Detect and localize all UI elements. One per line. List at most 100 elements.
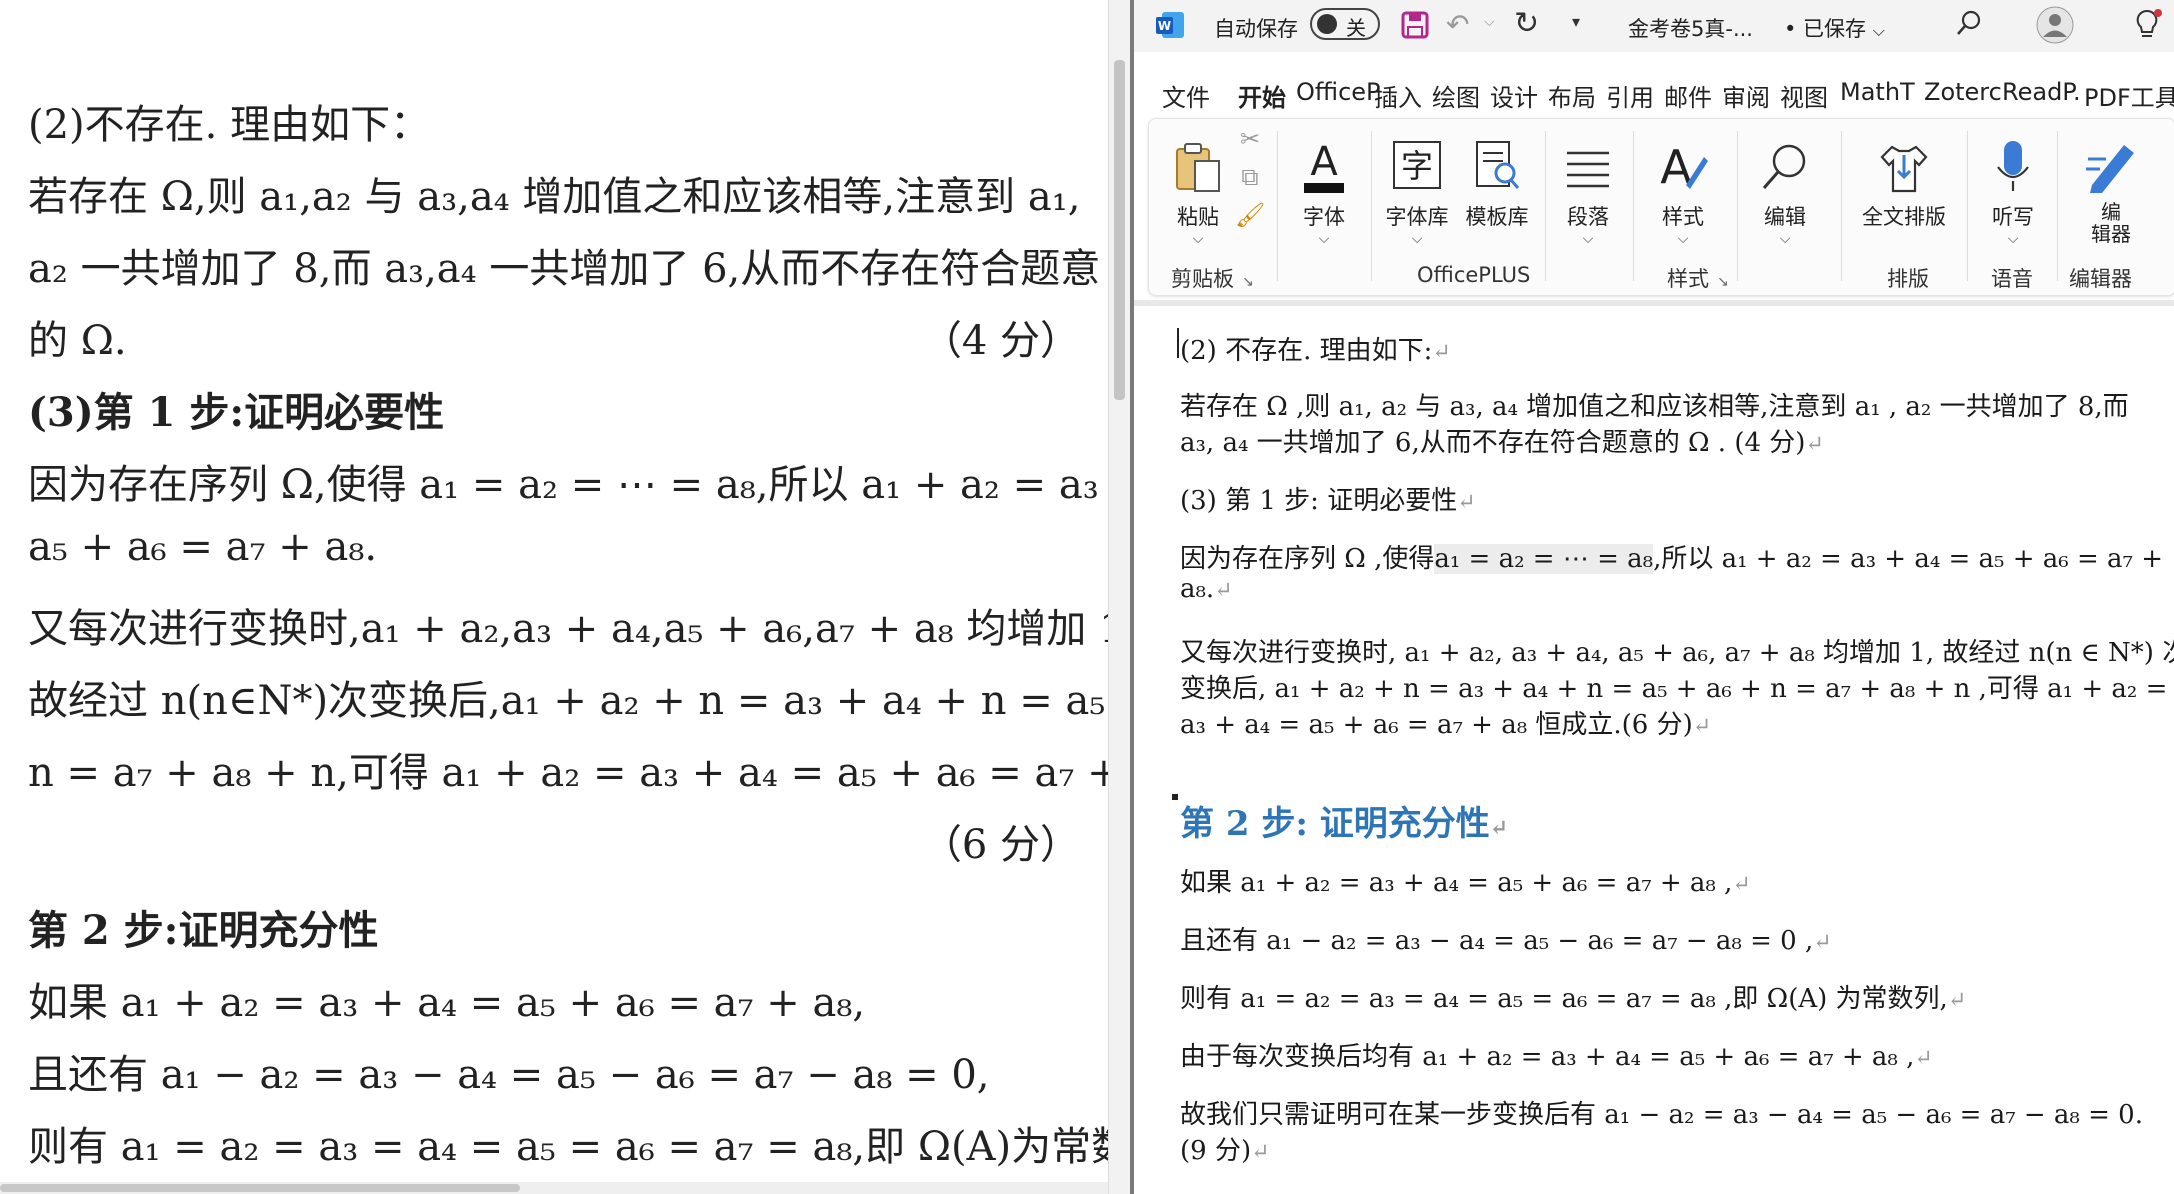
tab-home[interactable]: 开始 xyxy=(1238,78,1286,121)
autosave-toggle[interactable]: 关 xyxy=(1310,8,1380,40)
tab-design[interactable]: 设计 xyxy=(1490,78,1538,113)
tab-view[interactable]: 视图 xyxy=(1780,78,1828,113)
doc-heading-text: 第 2 步: 证明充分性 xyxy=(1180,804,1490,844)
tab-mailings[interactable]: 邮件 xyxy=(1664,78,1712,113)
group-separator xyxy=(1967,131,1968,281)
tab-readpaper[interactable]: ReadP. xyxy=(2002,78,2081,106)
doc-line-11-text: 且还有 a₁ − a₂ = a₃ − a₄ = a₅ − a₆ = a₇ − a… xyxy=(1180,926,1814,956)
doc-line-4-text: (3) 第 1 步: 证明必要性 xyxy=(1180,486,1458,516)
full-layout-button[interactable]: 全文排版 xyxy=(1849,119,1959,231)
left-line-3: a₂ 一共增加了 8,而 a₃,a₄ 一共增加了 6,从而不存在符合题意 xyxy=(28,246,1101,292)
svg-text:A: A xyxy=(1310,139,1338,185)
autosave-state: 关 xyxy=(1346,16,1366,40)
doc-line-12: 则有 a₁ = a₂ = a₃ = a₄ = a₅ = a₆ = a₇ = a₈… xyxy=(1180,978,1966,1015)
tab-officeplus[interactable]: OfficeP xyxy=(1296,78,1381,106)
paragraph-mark: ↵ xyxy=(1914,1046,1933,1071)
paragraph-mark: ↵ xyxy=(1432,340,1451,365)
horizontal-scrollbar[interactable] xyxy=(0,1182,1108,1194)
undo-dropdown-icon[interactable]: ⌵ xyxy=(1484,14,1495,30)
doc-line-10-text: 如果 a₁ + a₂ = a₃ + a₄ = a₅ + a₆ = a₇ + a₈… xyxy=(1180,868,1733,898)
doc-line-7: 又每次进行变换时, a₁ + a₂, a₃ + a₄, a₅ + a₆, a₇ … xyxy=(1180,638,2174,668)
paragraph-mark: ↵ xyxy=(1214,578,1233,603)
paste-label: 粘贴 xyxy=(1177,205,1219,229)
left-line-4-text: 的 Ω. xyxy=(28,318,127,364)
text-cursor xyxy=(1177,328,1179,358)
chevron-down-icon: ⌵ xyxy=(1779,231,1791,247)
doc-heading: 第 2 步: 证明充分性↵ xyxy=(1180,796,1508,845)
dialog-launcher-icon[interactable]: ↘ xyxy=(1242,274,1254,290)
horizontal-scroll-thumb[interactable] xyxy=(0,1184,520,1192)
copy-icon[interactable]: ⧉ xyxy=(1235,163,1265,191)
paragraph-mark: ↵ xyxy=(1732,872,1751,897)
group-separator xyxy=(1371,131,1372,281)
left-line-4: 的 Ω. （4 分） xyxy=(28,308,1080,366)
title-bar: W 自动保存 关 ↶ ⌵ ↻ ▾ 金考卷5真-... • 已保存 ⌵ xyxy=(1134,0,2174,52)
undo-icon[interactable]: ↶ xyxy=(1446,8,1469,41)
doc-line-5a: 因为存在序列 Ω ,使得 xyxy=(1180,544,1435,574)
doc-line-6: a₈.↵ xyxy=(1180,574,1233,604)
voice-group-label: 语音 xyxy=(1991,267,2033,291)
customize-toolbar-icon[interactable]: ▾ xyxy=(1572,12,1580,31)
doc-line-3: a₃, a₄ 一共增加了 6,从而不存在符合题意的 Ω . (4 分)↵ xyxy=(1180,422,1824,459)
search-icon[interactable] xyxy=(1954,8,1984,38)
paragraph-button[interactable]: 段落 ⌵ xyxy=(1553,119,1623,247)
editing-button[interactable]: 编辑 ⌵ xyxy=(1745,119,1825,247)
font-label: 字体 xyxy=(1303,205,1345,229)
tab-file[interactable]: 文件 xyxy=(1162,78,1210,113)
tab-draw[interactable]: 绘图 xyxy=(1432,78,1480,113)
dialog-launcher-icon[interactable]: ↘ xyxy=(1717,274,1729,290)
tab-pdf[interactable]: PDF工具 xyxy=(2084,78,2174,113)
left-line-9: 故经过 n(n∈N*)次变换后,a₁ + a₂ + n = a₃ + a₄ + … xyxy=(28,678,1108,724)
paragraph-mark: ↵ xyxy=(1813,930,1832,955)
cut-icon[interactable]: ✂ xyxy=(1235,125,1265,153)
chevron-down-icon: ⌵ xyxy=(1872,21,1885,40)
font-button[interactable]: A 字体 ⌵ xyxy=(1283,119,1365,247)
styles-button[interactable]: A 样式 ⌵ xyxy=(1641,119,1725,247)
paragraph-mark: ↵ xyxy=(1457,490,1476,515)
editor-button[interactable]: 编 辑器 xyxy=(2061,119,2161,245)
dictate-button[interactable]: 听写 ⌵ xyxy=(1975,119,2051,247)
svg-text:W: W xyxy=(1158,19,1171,33)
vertical-scroll-thumb[interactable] xyxy=(1114,60,1125,400)
document-page[interactable]: (2) 不存在. 理由如下:↵ 若存在 Ω ,则 a₁, a₂ 与 a₃, a₄… xyxy=(1134,306,2174,1194)
chevron-down-icon: ⌵ xyxy=(1677,231,1689,247)
font-library-button[interactable]: 字 字体库 ⌵ xyxy=(1379,119,1455,247)
save-icon[interactable] xyxy=(1400,10,1430,40)
document-title[interactable]: 金考卷5真-... xyxy=(1628,13,1753,43)
font-library-label: 字体库 xyxy=(1385,205,1449,229)
doc-line-6-text: a₈. xyxy=(1180,574,1215,604)
doc-line-2: 若存在 Ω ,则 a₁, a₂ 与 a₃, a₄ 增加值之和应该相等,注意到 a… xyxy=(1180,392,2129,422)
tab-zotero[interactable]: Zoterc xyxy=(1924,78,2002,106)
doc-line-9: a₃ + a₄ = a₅ + a₆ = a₇ + a₈ 恒成立.(6 分)↵ xyxy=(1180,704,1711,741)
doc-line-12-text: 则有 a₁ = a₂ = a₃ = a₄ = a₅ = a₆ = a₇ = a₈… xyxy=(1180,984,1948,1014)
redo-icon[interactable]: ↻ xyxy=(1514,6,1539,41)
left-line-2: 若存在 Ω,则 a₁,a₂ 与 a₃,a₄ 增加值之和应该相等,注意到 a₁, xyxy=(28,174,1081,220)
paragraph-mark: ↵ xyxy=(1489,815,1509,841)
avatar[interactable] xyxy=(2036,6,2074,44)
tab-insert[interactable]: 插入 xyxy=(1374,78,1422,113)
left-line-1: (2)不存在. 理由如下： xyxy=(28,102,431,148)
tab-layout[interactable]: 布局 xyxy=(1548,78,1596,113)
template-library-icon xyxy=(1459,133,1535,195)
save-status[interactable]: • 已保存 ⌵ xyxy=(1784,13,1885,43)
group-separator xyxy=(1545,131,1546,281)
doc-line-15: (9 分)↵ xyxy=(1180,1130,1270,1167)
format-painter-icon[interactable]: 🖌 xyxy=(1235,201,1265,229)
paste-button[interactable]: 粘贴 ⌵ xyxy=(1163,119,1233,247)
lightbulb-icon[interactable] xyxy=(2132,8,2162,42)
vertical-scrollbar[interactable] xyxy=(1108,0,1131,1194)
tab-review[interactable]: 审阅 xyxy=(1722,78,1770,113)
doc-line-4: (3) 第 1 步: 证明必要性↵ xyxy=(1180,480,1476,517)
doc-line-11: 且还有 a₁ − a₂ = a₃ − a₄ = a₅ − a₆ = a₇ − a… xyxy=(1180,920,1832,957)
tab-references[interactable]: 引用 xyxy=(1606,78,1654,113)
doc-line-15-text: (9 分) xyxy=(1180,1136,1252,1166)
left-line-12: 第 2 步:证明充分性 xyxy=(28,907,379,954)
doc-line-3-text: a₃, a₄ 一共增加了 6,从而不存在符合题意的 Ω . (4 分) xyxy=(1180,428,1806,458)
tab-matht[interactable]: MathT xyxy=(1840,78,1915,106)
group-separator xyxy=(2057,131,2058,281)
template-library-button[interactable]: 模板库 xyxy=(1459,119,1535,231)
paragraph-label: 段落 xyxy=(1567,205,1609,229)
highlighted-equation[interactable]: a₁ = a₂ = ⋯ = a₈ xyxy=(1434,544,1654,574)
doc-line-5: 因为存在序列 Ω ,使得a₁ = a₂ = ⋯ = a₈,所以 a₁ + a₂ … xyxy=(1180,538,2163,575)
autosave-label: 自动保存 xyxy=(1214,17,1298,41)
